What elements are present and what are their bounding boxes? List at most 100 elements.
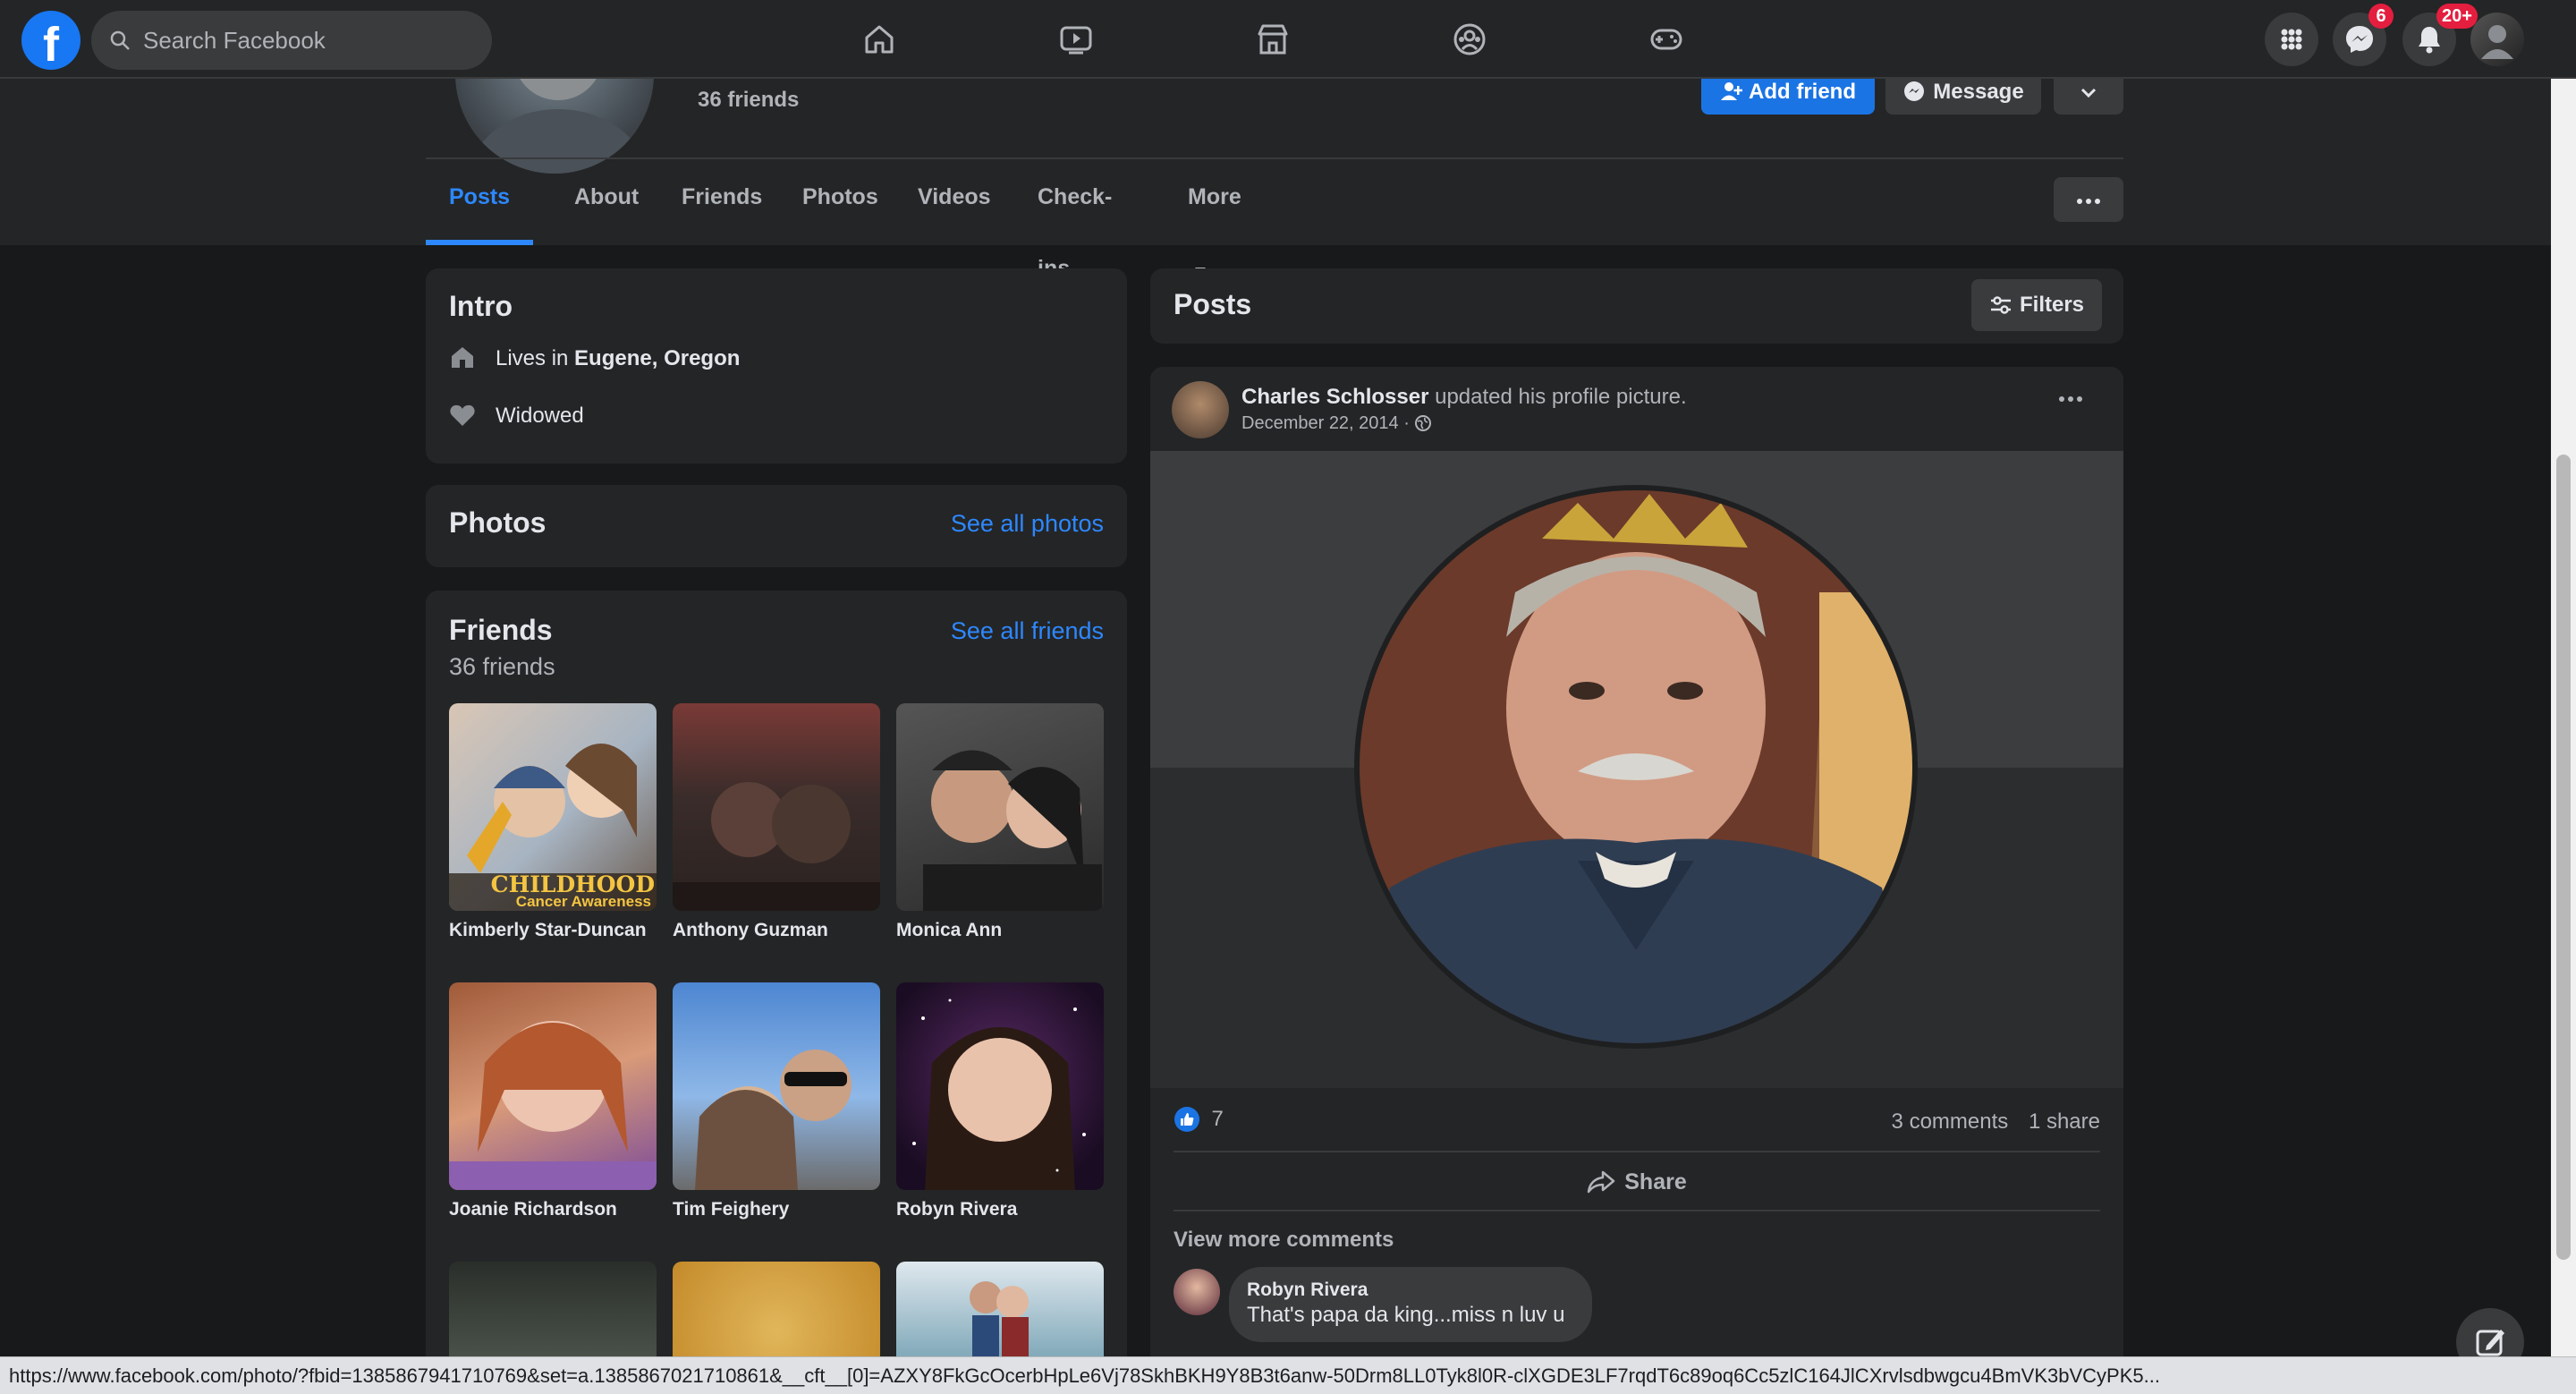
intro-title: Intro xyxy=(449,290,513,322)
post-author-avatar[interactable] xyxy=(1172,381,1229,438)
friend-photo[interactable] xyxy=(673,1262,880,1360)
friend-tile[interactable] xyxy=(896,1262,1104,1360)
friend-photo[interactable] xyxy=(896,1262,1104,1360)
friend-tile[interactable]: Tim Feighery xyxy=(673,982,880,1220)
comment-author[interactable]: Robyn Rivera xyxy=(1247,1279,1574,1301)
shares-count[interactable]: 1 share xyxy=(2029,1109,2100,1134)
message-label: Message xyxy=(1933,80,2024,104)
view-more-comments-link[interactable]: View more comments xyxy=(1174,1228,1394,1253)
friend-tile[interactable]: Monica Ann xyxy=(896,703,1104,941)
tab-posts[interactable]: Posts xyxy=(426,161,534,245)
friend-name[interactable]: Tim Feighery xyxy=(673,1199,880,1220)
profile-header: 36 friends Add friend Message Posts Abou… xyxy=(0,0,2576,281)
friend-photo-image xyxy=(673,782,880,911)
post-author-name[interactable]: Charles Schlosser xyxy=(1241,385,1428,409)
post-divider xyxy=(1174,1210,2100,1211)
globe-icon xyxy=(1415,415,1432,431)
scrollbar-thumb[interactable] xyxy=(2556,455,2571,1260)
friends-count: 36 friends xyxy=(449,653,555,680)
home-icon[interactable] xyxy=(861,21,897,57)
intro-lives-in: Lives in Eugene, Oregon xyxy=(449,344,740,371)
friend-name[interactable]: Monica Ann xyxy=(896,920,1104,941)
intro-card: Intro Lives in Eugene, Oregon Widowed xyxy=(426,268,1127,463)
status-url-bar: https://www.facebook.com/photo/?fbid=138… xyxy=(0,1356,2576,1394)
post-engagement-counts: 3 comments 1 share xyxy=(1892,1109,2100,1135)
friend-name[interactable]: Joanie Richardson xyxy=(449,1199,657,1220)
tab-more[interactable]: More xyxy=(1165,161,1265,274)
commenter-avatar[interactable] xyxy=(1174,1269,1220,1315)
friend-photo-image xyxy=(695,1050,852,1190)
tab-videos[interactable]: Videos xyxy=(894,161,1014,245)
watch-icon[interactable] xyxy=(1058,21,1094,57)
post-reactions[interactable]: 7 xyxy=(1174,1106,1224,1133)
ellipsis-icon xyxy=(2077,199,2100,204)
friends-title: Friends xyxy=(449,614,553,646)
friend-photo[interactable]: CHILDHOOD Cancer Awareness xyxy=(449,703,657,911)
account-avatar[interactable] xyxy=(2470,13,2524,66)
search-input[interactable]: Search Facebook xyxy=(91,11,492,70)
page-scrollbar[interactable] xyxy=(2551,79,2576,1356)
see-all-photos-link[interactable]: See all photos xyxy=(951,510,1104,538)
comments-count[interactable]: 3 comments xyxy=(1892,1109,2009,1134)
tab-friends[interactable]: Friends xyxy=(658,161,785,245)
post-divider xyxy=(1174,1151,2100,1152)
messenger-small-icon xyxy=(1904,81,1925,101)
see-all-friends-link[interactable]: See all friends xyxy=(951,617,1104,645)
post-options-button[interactable] xyxy=(2057,392,2084,408)
tab-more-label: More xyxy=(1188,184,1241,209)
header-divider xyxy=(426,157,2123,159)
intro-relationship: Widowed xyxy=(449,403,584,429)
friend-tile[interactable] xyxy=(449,1262,657,1360)
share-button[interactable]: Share xyxy=(1150,1154,2123,1210)
search-icon xyxy=(110,30,130,50)
friend-name[interactable]: Anthony Guzman xyxy=(673,920,880,941)
friend-tile[interactable]: CHILDHOOD Cancer Awareness Kimberly Star… xyxy=(449,703,657,941)
menu-button[interactable] xyxy=(2265,13,2318,66)
post-header: Charles Schlosser updated his profile pi… xyxy=(1241,385,1687,410)
profile-photo-icon xyxy=(2481,25,2513,59)
friend-tile[interactable]: Robyn Rivera xyxy=(896,982,1104,1220)
friend-photo-image xyxy=(912,999,1086,1190)
gaming-icon[interactable] xyxy=(1648,21,1684,57)
tab-checkins[interactable]: Check-ins xyxy=(1014,161,1135,281)
lives-prefix: Lives in xyxy=(496,346,575,370)
friend-tile[interactable]: Joanie Richardson xyxy=(449,982,657,1220)
friend-tile[interactable]: Anthony Guzman xyxy=(673,703,880,941)
filters-button[interactable]: Filters xyxy=(1971,279,2102,331)
photos-card: Photos See all photos xyxy=(426,485,1127,567)
top-navigation-bar: f Search Facebook 6 20+ xyxy=(0,0,2576,79)
friend-photo[interactable] xyxy=(896,703,1104,911)
facebook-logo[interactable]: f xyxy=(21,11,80,70)
friend-photo[interactable] xyxy=(673,703,880,911)
like-count: 7 xyxy=(1211,1107,1224,1131)
share-arrow-icon xyxy=(1588,1170,1615,1194)
post-date-row: December 22, 2014 · xyxy=(1241,413,1432,434)
marketplace-icon[interactable] xyxy=(1255,21,1291,57)
lives-city-link[interactable]: Eugene, Oregon xyxy=(574,346,740,370)
groups-icon[interactable] xyxy=(1452,21,1487,57)
post-image-area[interactable] xyxy=(1150,451,2123,1088)
profile-friends-count[interactable]: 36 friends xyxy=(698,88,799,113)
grid-menu-icon xyxy=(2281,29,2302,50)
friend-tile[interactable] xyxy=(673,1262,880,1360)
friend-photo[interactable] xyxy=(449,982,657,1190)
friend-name[interactable]: Kimberly Star-Duncan xyxy=(449,920,657,941)
friend-photo[interactable] xyxy=(449,1262,657,1360)
post-date[interactable]: December 22, 2014 · xyxy=(1241,413,1414,433)
search-placeholder: Search Facebook xyxy=(143,27,326,54)
profile-more-button[interactable] xyxy=(2054,177,2123,222)
chevron-down-icon xyxy=(2080,88,2097,98)
heart-icon xyxy=(450,404,475,426)
tab-about[interactable]: About xyxy=(551,161,662,245)
house-icon xyxy=(452,347,473,368)
post-card: Charles Schlosser updated his profile pi… xyxy=(1150,367,2123,1360)
friend-name[interactable]: Robyn Rivera xyxy=(896,1199,1104,1220)
ellipsis-icon xyxy=(2059,396,2082,402)
friend-photo[interactable] xyxy=(673,982,880,1190)
relationship-status: Widowed xyxy=(496,404,584,428)
logo-letter: f xyxy=(43,18,59,70)
friend-photo[interactable] xyxy=(896,982,1104,1190)
add-friend-label: Add friend xyxy=(1749,80,1856,104)
photos-title: Photos xyxy=(449,506,547,539)
tab-photos[interactable]: Photos xyxy=(779,161,902,245)
